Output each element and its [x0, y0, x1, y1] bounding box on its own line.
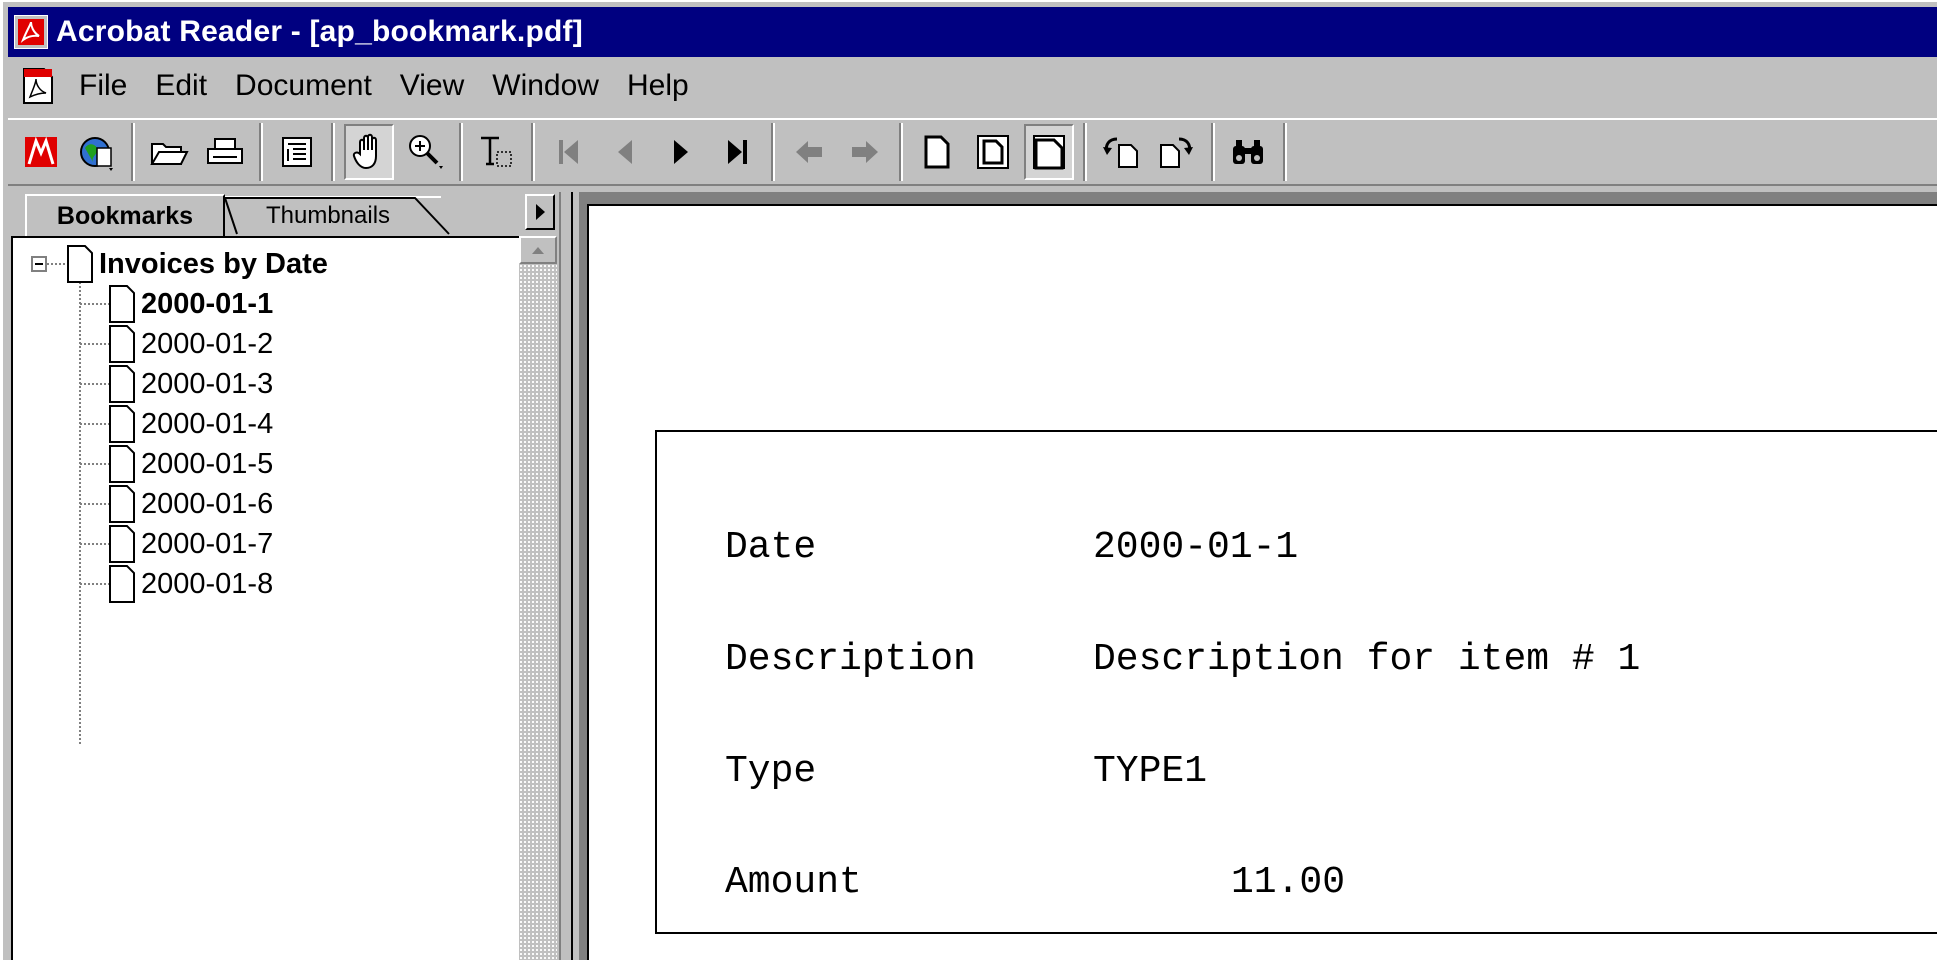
- menu-bar: File Edit Document View Window Help: [8, 59, 1937, 113]
- amount-label: Amount: [725, 860, 862, 904]
- document-control-icon[interactable]: [16, 64, 60, 108]
- acrobat-reader-window: Acrobat Reader - [ap_bookmark.pdf] File …: [0, 0, 1937, 960]
- print-icon[interactable]: [200, 124, 250, 180]
- open-folder-icon[interactable]: [144, 124, 194, 180]
- navigation-pane: Bookmarks Thumbnails Invoices by Date 20…: [11, 192, 557, 960]
- document-icon: [109, 565, 135, 603]
- toolbar-separator: [771, 123, 775, 181]
- description-label: Description: [725, 637, 976, 681]
- document-icon: [109, 405, 135, 443]
- rotate-clockwise-icon[interactable]: [1152, 124, 1202, 180]
- tab-thumbnails[interactable]: Thumbnails: [215, 196, 450, 235]
- bookmark-item[interactable]: 2000-01-3: [109, 364, 273, 404]
- bookmark-item[interactable]: 2000-01-2: [109, 324, 273, 364]
- actual-size-icon[interactable]: [912, 124, 962, 180]
- toolbar-separator: [131, 123, 135, 181]
- description-value: Description for item # 1: [1093, 637, 1641, 681]
- bookmark-label: 2000-01-2: [141, 327, 274, 360]
- text-select-tool-icon[interactable]: [472, 124, 522, 180]
- toolbar-separator: [459, 123, 463, 181]
- toolbar-separator: [1083, 123, 1087, 181]
- toolbar-separator: [899, 123, 903, 181]
- toolbar-separator: [531, 123, 535, 181]
- bookmark-item[interactable]: 2000-01-6: [109, 484, 273, 524]
- document-icon: [109, 325, 135, 363]
- bookmark-label: 2000-01-6: [141, 487, 274, 520]
- date-value: 2000-01-1: [1093, 525, 1299, 569]
- fit-width-icon[interactable]: [1024, 124, 1074, 180]
- show-hide-navigation-icon[interactable]: [272, 124, 322, 180]
- amount-value: 11.00: [1231, 860, 1346, 904]
- menu-edit[interactable]: Edit: [150, 69, 212, 103]
- menu-window[interactable]: Window: [487, 69, 604, 103]
- bookmark-tree: Invoices by Date 2000-01-1 2000-01-2 200…: [11, 236, 519, 960]
- bookmark-scrollbar[interactable]: [519, 236, 557, 960]
- document-icon: [109, 525, 135, 563]
- bookmark-item[interactable]: 2000-01-1: [109, 284, 273, 324]
- toolbar: [8, 118, 1937, 186]
- bookmark-label: 2000-01-3: [141, 367, 274, 400]
- collapse-toggle-icon[interactable]: [31, 256, 47, 272]
- first-page-icon[interactable]: [544, 124, 594, 180]
- bookmark-root-label: Invoices by Date: [99, 247, 328, 280]
- find-icon[interactable]: [1224, 124, 1274, 180]
- acrobat-logo-icon[interactable]: [16, 124, 66, 180]
- go-forward-icon[interactable]: [840, 124, 890, 180]
- bookmark-root[interactable]: Invoices by Date: [67, 244, 328, 284]
- document-icon: [109, 485, 135, 523]
- bookmark-item[interactable]: 2000-01-8: [109, 564, 273, 604]
- invoice-record: Date 2000-01-1 Description Description f…: [655, 430, 1937, 934]
- acrobat-app-icon[interactable]: [14, 15, 48, 49]
- menu-file[interactable]: File: [74, 69, 132, 103]
- bookmark-label: 2000-01-1: [141, 287, 274, 320]
- scroll-up-arrow-icon[interactable]: [519, 236, 557, 264]
- pane-menu-arrow-icon[interactable]: [525, 194, 555, 230]
- bookmark-item[interactable]: 2000-01-7: [109, 524, 273, 564]
- date-label: Date: [725, 525, 817, 569]
- toolbar-separator: [1211, 123, 1215, 181]
- rotate-counterclockwise-icon[interactable]: [1096, 124, 1146, 180]
- bookmark-item[interactable]: 2000-01-5: [109, 444, 273, 484]
- bookmark-label: 2000-01-8: [141, 567, 274, 600]
- document-icon: [109, 285, 135, 323]
- title-bar[interactable]: Acrobat Reader - [ap_bookmark.pdf]: [8, 7, 1937, 57]
- menu-document[interactable]: Document: [230, 69, 377, 103]
- toolbar-separator: [1283, 123, 1287, 181]
- window-title: Acrobat Reader - [ap_bookmark.pdf]: [56, 15, 583, 48]
- tab-thumbnails-label: Thumbnails: [265, 202, 391, 229]
- navigation-tabs: Bookmarks Thumbnails: [11, 192, 557, 236]
- document-icon: [109, 445, 135, 483]
- splitter-bar: [559, 192, 573, 960]
- document-icon: [109, 365, 135, 403]
- fit-in-window-icon[interactable]: [968, 124, 1018, 180]
- zoom-tool-icon[interactable]: [400, 124, 450, 180]
- bookmark-label: 2000-01-5: [141, 447, 274, 480]
- pane-splitter[interactable]: [557, 192, 579, 960]
- type-value: TYPE1: [1093, 749, 1208, 793]
- hand-tool-icon[interactable]: [344, 124, 394, 180]
- document-icon: [67, 245, 93, 283]
- previous-page-icon[interactable]: [600, 124, 650, 180]
- next-page-icon[interactable]: [656, 124, 706, 180]
- toolbar-separator: [259, 123, 263, 181]
- type-label: Type: [725, 749, 817, 793]
- web-link-icon[interactable]: [72, 124, 122, 180]
- last-page-icon[interactable]: [712, 124, 762, 180]
- menu-help[interactable]: Help: [622, 69, 694, 103]
- tab-bookmarks[interactable]: Bookmarks: [25, 194, 225, 236]
- toolbar-separator: [331, 123, 335, 181]
- bookmark-label: 2000-01-7: [141, 527, 274, 560]
- go-back-icon[interactable]: [784, 124, 834, 180]
- bookmark-item[interactable]: 2000-01-4: [109, 404, 273, 444]
- menu-view[interactable]: View: [395, 69, 469, 103]
- bookmark-label: 2000-01-4: [141, 407, 274, 440]
